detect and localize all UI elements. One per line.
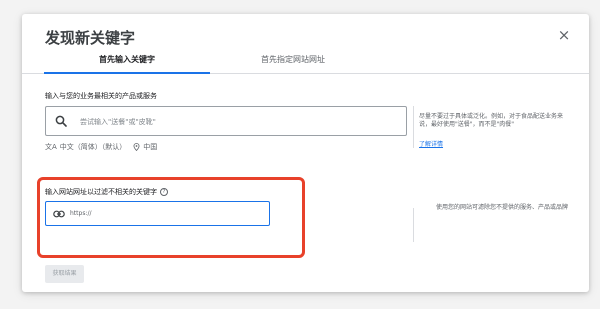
active-tab-indicator — [44, 72, 210, 74]
language-setting[interactable]: 中文（简体）（默认） — [60, 142, 127, 152]
targeting-row: 文A 中文（简体）（默认） 中国 — [45, 142, 157, 152]
get-results-button[interactable]: 获取结果 — [45, 265, 84, 283]
translate-icon: 文A — [45, 143, 57, 151]
help-icon[interactable]: ? — [160, 188, 168, 196]
keyword-help-text: 尽量不要过于具体或泛化。例如，对于食品配送业务来说，最好使用"送餐"，而不是"肉… — [419, 113, 564, 128]
keyword-planner-dialog: 发现新关键字 × 首先输入关键字 首先指定网站网址 输入与您的业务最相关的产品或… — [22, 14, 589, 292]
url-field-label: 输入网站网址以过滤不相关的关键字 ? — [45, 187, 168, 197]
link-icon — [53, 210, 65, 218]
close-icon[interactable]: × — [556, 27, 572, 43]
keyword-search-input[interactable]: 尝试输入"送餐"或"皮靴" — [45, 106, 407, 136]
tab-start-with-keywords[interactable]: 首先输入关键字 — [44, 54, 210, 65]
keyword-field-label: 输入与您的业务最相关的产品或服务 — [45, 92, 157, 100]
location-setting[interactable]: 中国 — [143, 142, 157, 152]
location-pin-icon — [133, 143, 140, 151]
website-url-input[interactable]: https:// — [45, 201, 270, 226]
url-field-label-text: 输入网站网址以过滤不相关的关键字 — [45, 188, 157, 196]
keyword-input-placeholder: 尝试输入"送餐"或"皮靴" — [80, 118, 156, 126]
help-divider — [413, 106, 414, 148]
url-help-divider — [413, 208, 414, 242]
search-icon — [55, 115, 67, 127]
tab-bar: 首先输入关键字 首先指定网站网址 — [22, 52, 589, 74]
tab-start-with-website[interactable]: 首先指定网站网址 — [210, 54, 376, 65]
url-help-text: 使用您的网站可滤除您不提供的服务、产品或品牌 — [436, 204, 569, 211]
url-input-placeholder: https:// — [70, 210, 92, 217]
dialog-title: 发现新关键字 — [45, 29, 136, 47]
learn-more-link[interactable]: 了解详情 — [419, 139, 443, 148]
